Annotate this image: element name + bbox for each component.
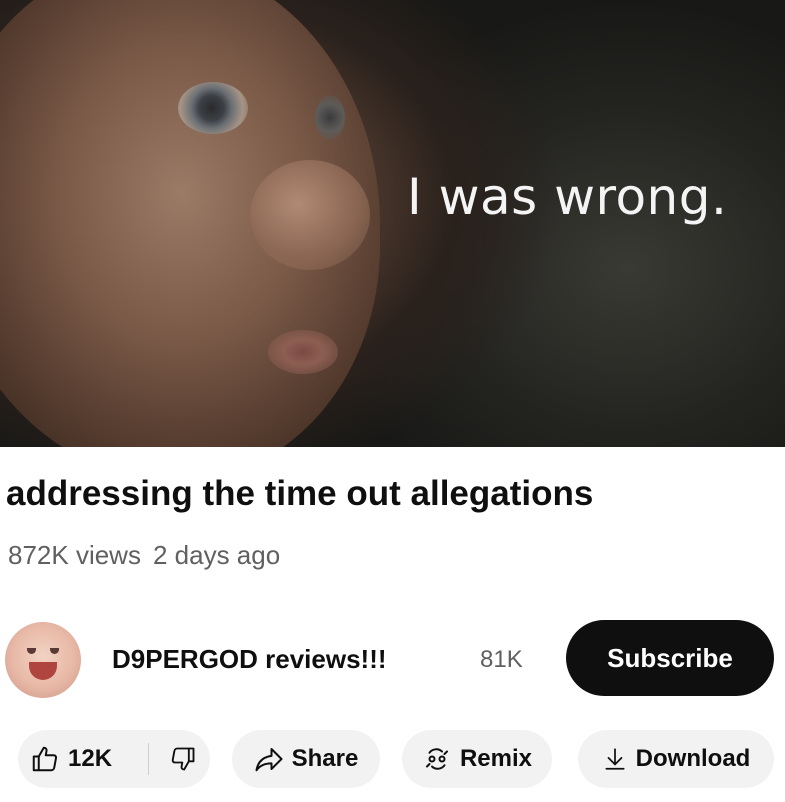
share-button[interactable]: Share [232,730,380,788]
view-count: 872K views [8,540,141,570]
thumbnail-overlay-text: I was wrong. [407,168,728,226]
download-icon [605,748,625,770]
action-bar: 12K Share Remix Download [0,730,785,790]
baby-eye-far [315,95,345,140]
avatar-eye-left [27,648,36,654]
avatar-mouth [29,662,57,680]
download-button[interactable]: Download [578,730,774,788]
avatar-eye-right [50,648,59,654]
subscribe-button[interactable]: Subscribe [566,620,774,696]
upload-age: 2 days ago [152,540,281,570]
video-meta[interactable]: 872K views 2 days ago [8,540,280,571]
like-count: 12K [68,745,113,772]
like-divider [148,743,149,775]
remix-button[interactable]: Remix [402,730,552,788]
thumbs-up-icon [32,746,58,772]
channel-name[interactable]: D9PERGOD reviews!!! [112,644,387,675]
baby-nose [250,160,370,270]
remix-label: Remix [459,745,533,772]
channel-row: D9PERGOD reviews!!! 81K Subscribe [0,620,785,700]
baby-eye [178,82,248,134]
like-button[interactable]: 12K [18,730,112,788]
remix-icon [425,748,448,770]
dislike-button[interactable] [158,730,208,788]
share-arrow-icon [255,748,283,772]
video-title[interactable]: addressing the time out allegations [6,474,593,514]
like-dislike-pill: 12K [18,730,210,788]
channel-avatar[interactable] [5,622,81,698]
share-label: Share [291,745,359,772]
subscriber-count: 81K [480,646,523,673]
baby-mouth [268,330,338,374]
thumbs-down-icon [171,747,195,771]
video-thumbnail[interactable]: I was wrong. [0,0,785,447]
download-label: Download [635,745,751,772]
